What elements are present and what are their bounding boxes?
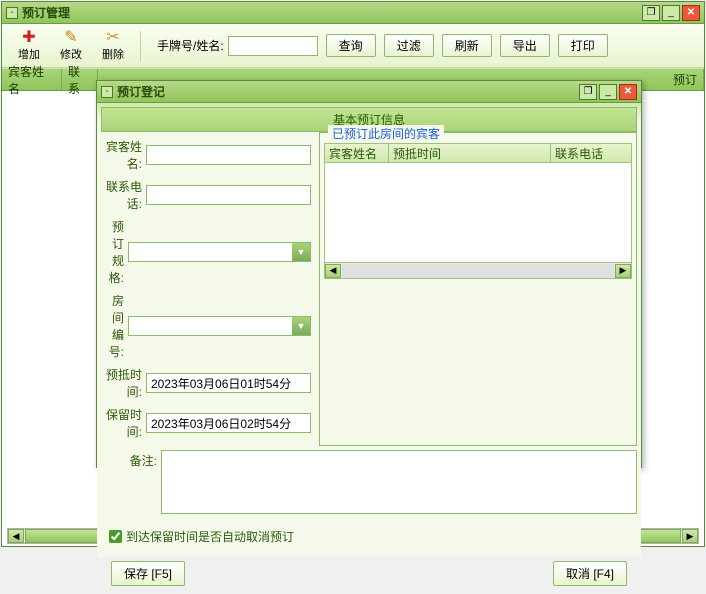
auto-cancel-checkbox[interactable] [109, 530, 122, 543]
spec-label: 预订规格: [101, 218, 128, 286]
dialog-titlebar: - 预订登记 ❐ _ ✕ [97, 81, 641, 103]
hold-input[interactable] [146, 413, 311, 433]
inner-col-phone[interactable]: 联系电话 [551, 144, 631, 162]
main-toolbar: ✚ 增加 ✎ 修改 ✂ 删除 手牌号/姓名: 查询 过滤 刷新 导出 打印 [2, 24, 704, 68]
guest-label: 宾客姓名: [101, 138, 146, 172]
refresh-button[interactable]: 刷新 [442, 34, 492, 57]
query-button[interactable]: 查询 [326, 34, 376, 57]
chevron-down-icon[interactable]: ▼ [292, 317, 310, 335]
arrive-label: 预抵时间: [101, 366, 146, 400]
print-button[interactable]: 打印 [558, 34, 608, 57]
modify-button[interactable]: ✎ 修改 [52, 28, 90, 64]
arrive-input[interactable] [146, 373, 311, 393]
search-input[interactable] [228, 36, 318, 56]
hammer-icon: ✎ [64, 30, 77, 46]
delete-button[interactable]: ✂ 删除 [94, 28, 132, 64]
main-titlebar: - 预订管理 ❐ _ ✕ [2, 2, 704, 24]
export-button[interactable]: 导出 [500, 34, 550, 57]
filter-button[interactable]: 过滤 [384, 34, 434, 57]
search-label: 手牌号/姓名: [157, 37, 224, 54]
chevron-down-icon[interactable]: ▼ [292, 243, 310, 261]
form-left: 宾客姓名: 联系电话: 预订规格: ▼ 房间编号: [101, 138, 311, 446]
cancel-button[interactable]: 取消 [F4] [553, 561, 627, 586]
inner-h-scrollbar[interactable]: ◀ ▶ [324, 263, 632, 279]
dialog-buttons: 保存 [F5] 取消 [F4] [97, 557, 641, 594]
fieldset-legend: 已预订此房间的宾客 [328, 125, 444, 142]
spec-combo[interactable]: ▼ [128, 242, 311, 262]
minimize-icon[interactable]: _ [662, 5, 680, 21]
dialog-body: 基本预订信息 宾客姓名: 联系电话: 预订规格: ▼ [97, 103, 641, 557]
grid-col-guest[interactable]: 宾客姓名 [2, 69, 62, 90]
scroll-left-icon[interactable]: ◀ [8, 529, 24, 543]
auto-cancel-label: 到达保留时间是否自动取消预订 [126, 528, 294, 545]
dialog-minimize-icon[interactable]: _ [599, 84, 617, 100]
auto-cancel-row: 到达保留时间是否自动取消预订 [109, 528, 637, 545]
booked-guests-fieldset: 已预订此房间的宾客 宾客姓名 预抵时间 联系电话 ◀ ▶ [319, 132, 637, 446]
dialog-close-icon[interactable]: ✕ [619, 84, 637, 100]
main-title: 预订管理 [22, 4, 642, 21]
scroll-track[interactable] [342, 264, 614, 278]
guest-input[interactable] [146, 145, 311, 165]
booking-dialog: - 预订登记 ❐ _ ✕ 基本预订信息 宾客姓名: 联系电话: 预订规格: [96, 80, 642, 468]
room-input[interactable] [129, 317, 292, 335]
inner-col-guest[interactable]: 宾客姓名 [325, 144, 389, 162]
remark-label: 备注: [101, 450, 161, 514]
dialog-title: 预订登记 [117, 83, 579, 100]
toolbar-divider [140, 31, 141, 61]
plus-icon: ✚ [22, 30, 35, 46]
hold-label: 保留时间: [101, 406, 146, 440]
restore-icon[interactable]: ❐ [642, 5, 660, 21]
room-combo[interactable]: ▼ [128, 316, 311, 336]
spec-input[interactable] [129, 243, 292, 261]
scroll-left-icon[interactable]: ◀ [325, 264, 341, 278]
inner-grid-body [324, 163, 632, 263]
scroll-right-icon[interactable]: ▶ [615, 264, 631, 278]
brush-icon: ✂ [106, 30, 119, 46]
phone-label: 联系电话: [101, 178, 146, 212]
collapse-icon[interactable]: - [6, 7, 18, 19]
phone-input[interactable] [146, 185, 311, 205]
save-button[interactable]: 保存 [F5] [111, 561, 185, 586]
add-button[interactable]: ✚ 增加 [10, 28, 48, 64]
inner-grid-header: 宾客姓名 预抵时间 联系电话 [324, 143, 632, 163]
close-icon[interactable]: ✕ [682, 5, 700, 21]
room-label: 房间编号: [101, 292, 128, 360]
scroll-right-icon[interactable]: ▶ [682, 529, 698, 543]
inner-col-arrive[interactable]: 预抵时间 [389, 144, 551, 162]
remark-textarea[interactable] [161, 450, 637, 514]
dialog-restore-icon[interactable]: ❐ [579, 84, 597, 100]
dialog-collapse-icon[interactable]: - [101, 86, 113, 98]
grid-col-contact[interactable]: 联系 [62, 69, 98, 90]
